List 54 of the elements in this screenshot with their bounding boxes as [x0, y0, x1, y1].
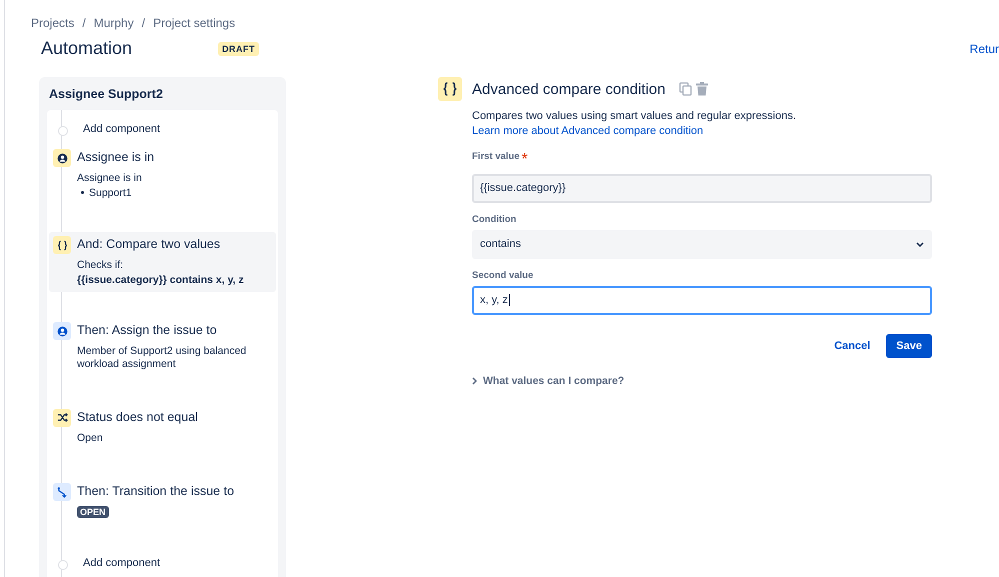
chevron-right-icon — [472, 376, 477, 385]
braces-icon — [56, 240, 68, 251]
rule-step[interactable]: And: Compare two values Checks if: {{issue.category}} contains x, y, z — [49, 232, 276, 292]
field-label: First value — [472, 150, 520, 162]
step-title: And: Compare two values — [77, 237, 222, 252]
rule-step[interactable]: Assignee is in Assignee is in Support1 — [49, 145, 276, 206]
step-detail: {{issue.category}} contains x, y, z — [77, 274, 244, 286]
step-detail: Assignee is in — [77, 172, 143, 185]
step-title: Add component — [83, 557, 160, 570]
step-title: Assignee is in — [77, 150, 154, 164]
page-title: Automation — [41, 38, 132, 59]
user-circle-icon — [56, 326, 68, 337]
breadcrumb-separator: / — [142, 16, 146, 30]
text-input-field[interactable]: {{issue.category}} — [472, 174, 932, 203]
user-circle-icon — [56, 152, 68, 164]
step-title: Then: Assign the issue to — [77, 323, 218, 338]
step-title: Then: Transition the issue to — [77, 484, 234, 498]
status-lozenge: OPEN — [77, 506, 109, 518]
shuffle-icon — [56, 412, 68, 424]
condition-select[interactable]: contains — [472, 230, 932, 259]
breadcrumb-link[interactable]: Project settings — [153, 16, 236, 30]
breadcrumb-link[interactable]: Projects — [31, 16, 74, 30]
branch-arrow-icon — [56, 486, 68, 498]
step-detail-bullet: Support1 — [89, 186, 132, 200]
save-button[interactable]: Save — [886, 334, 932, 358]
rule-step[interactable]: Status does not equal Open — [49, 404, 276, 450]
copy-icon[interactable] — [679, 82, 692, 96]
rule-step[interactable]: Then: Transition the issue to OPEN — [49, 479, 276, 524]
add-component-item[interactable]: Add component — [49, 120, 276, 141]
text-input-field[interactable]: x, y, z — [472, 286, 932, 315]
required-marker: * — [522, 150, 528, 169]
editor-description: Compares two values using smart values and regular expressions. Learn more about Advanced compare condition — [472, 109, 798, 140]
braces-icon — [438, 77, 462, 101]
breadcrumb-separator: / — [82, 16, 86, 30]
learn-more-link[interactable]: Learn more about Advanced compare condition — [472, 125, 704, 138]
step-title: Add component — [83, 123, 160, 135]
rule-name: Assignee Support2 — [48, 87, 164, 103]
bullet-dot-icon — [81, 191, 84, 194]
status-badge: DRAFT — [218, 42, 260, 56]
field-label: Condition — [472, 214, 516, 225]
chevron-down-icon — [916, 242, 924, 247]
step-title: Status does not equal — [77, 410, 198, 424]
return-link[interactable]: Retur — [970, 42, 999, 56]
cancel-button[interactable]: Cancel — [828, 334, 876, 358]
breadcrumb-link[interactable]: Murphy — [94, 16, 134, 30]
field-label: Second value — [472, 270, 534, 281]
editor-title: Advanced compare condition — [472, 80, 666, 98]
step-detail: Open — [77, 432, 104, 444]
help-toggle[interactable]: What values can I compare? — [472, 374, 932, 387]
step-detail: Checks if: — [77, 259, 124, 272]
step-detail: Member of Support2 using balanced workload assignment — [77, 345, 248, 371]
trash-icon[interactable] — [696, 82, 708, 96]
rule-step[interactable]: Then: Assign the issue to Member of Support2 using balanced workload assignment — [49, 318, 276, 377]
add-component-item[interactable]: Add component — [49, 554, 276, 576]
